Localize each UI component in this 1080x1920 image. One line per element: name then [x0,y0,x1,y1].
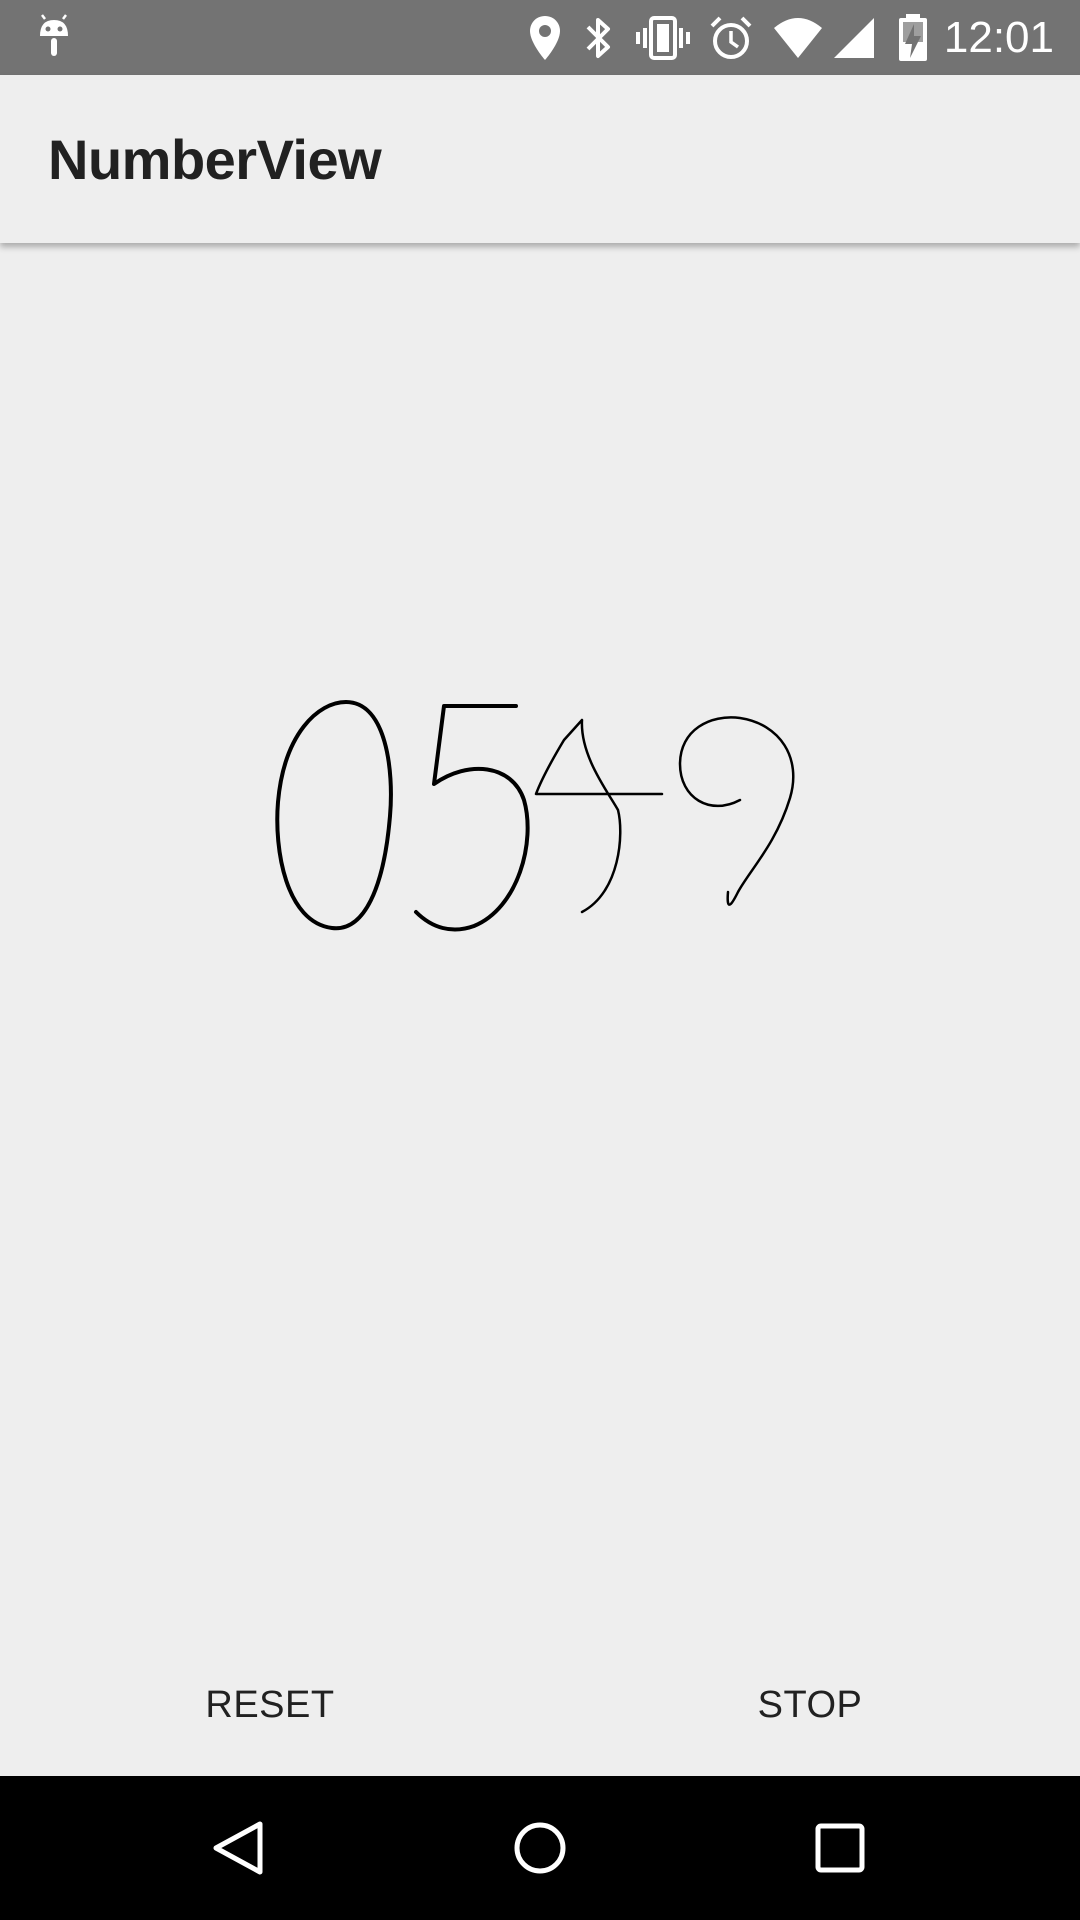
digit-0 [275,700,393,931]
digit-4 [534,718,664,914]
android-debug-icon [40,14,68,56]
back-icon[interactable] [200,1808,280,1888]
stop-button[interactable]: STOP [660,1666,960,1742]
alarm-icon [710,16,752,59]
status-clock: 12:01 [943,13,1054,62]
home-icon[interactable] [500,1808,580,1888]
cell-signal-icon [834,18,874,58]
battery-charging-icon [899,14,927,61]
vibrate-icon [636,16,690,60]
reset-button[interactable]: RESET [120,1666,420,1742]
digit-9 [678,716,795,906]
number-view [275,700,795,932]
wifi-icon [774,18,822,58]
app-title: NumberView [48,128,382,191]
recents-icon[interactable] [800,1808,880,1888]
location-pin-icon [530,16,560,60]
app-bar: NumberView [0,75,1080,243]
digit-5 [414,704,530,932]
bluetooth-icon [586,18,610,58]
status-bar: 12:01 [0,0,1080,75]
navigation-bar [0,1776,1080,1920]
